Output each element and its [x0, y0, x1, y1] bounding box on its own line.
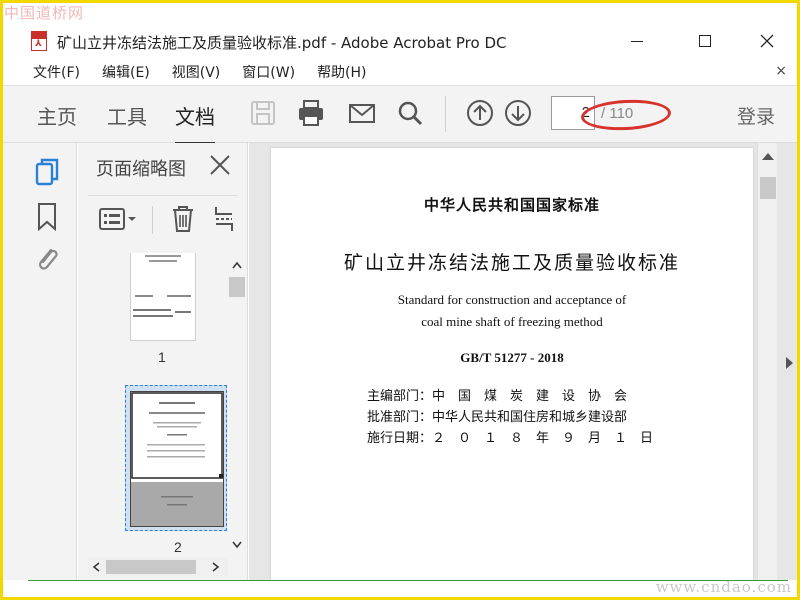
maximize-button[interactable]: [685, 26, 725, 56]
thumbnail-label-2: 2: [174, 539, 182, 555]
meta-label: 施行日期：: [367, 431, 433, 446]
search-icon[interactable]: [395, 98, 425, 128]
navigation-rail: [3, 143, 77, 580]
meta-label: 主编部门：: [367, 389, 433, 404]
close-panel-icon[interactable]: [208, 153, 232, 177]
doc-scroll-thumb[interactable]: [760, 177, 776, 199]
document-title-en-line1: Standard for construction and acceptance…: [397, 292, 627, 307]
meta-value: 中华人民共和国住房和城乡建设部: [432, 410, 628, 425]
document-title-cn: 矿山立井冻结法施工及质量验收标准: [343, 252, 680, 274]
title-bar: ⅄ 矿山立井冻结法施工及质量验收标准.pdf - Adobe Acrobat P…: [3, 24, 797, 58]
close-document-icon[interactable]: ×: [775, 63, 787, 79]
menu-bar: 文件(F) 编辑(E) 视图(V) 窗口(W) 帮助(H) ×: [3, 59, 797, 85]
extract-page-icon[interactable]: [212, 204, 236, 234]
thumbnail-page-2[interactable]: [130, 391, 224, 527]
toolbar: 主页 工具 文档 2 / 110 登录: [3, 85, 797, 145]
meta-line-effective-date: 施行日期：２ ０ １ ８ 年 ９ 月 １ 日: [367, 427, 653, 446]
thumbnail-horizontal-scrollbar[interactable]: [88, 558, 228, 576]
document-vertical-scrollbar[interactable]: [757, 143, 777, 580]
maximize-icon: [699, 35, 711, 47]
watermark-top-left: 中国道桥网: [4, 4, 85, 22]
thumbnail-hscroll-thumb[interactable]: [106, 560, 196, 574]
thumbnail-page-1-preview: [133, 255, 191, 317]
standard-code: GB/T 51277 - 2018: [460, 350, 564, 365]
thumbnail-list: 1 2: [78, 253, 228, 559]
toolbar-separator: [445, 96, 446, 132]
scroll-down-icon[interactable]: [232, 541, 242, 549]
meta-value: ２ ０ １ ８ 年 ９ 月 １ 日: [432, 431, 654, 446]
tab-home[interactable]: 主页: [37, 101, 77, 130]
thumbnail-label-1: 1: [158, 349, 166, 365]
thumbnail-panel: 页面缩略图 1 2: [78, 143, 248, 580]
doc-scroll-up-icon[interactable]: [762, 153, 774, 160]
window-title: 矿山立井冻结法施工及质量验收标准.pdf - Adobe Acrobat Pro…: [57, 34, 507, 52]
previous-page-icon[interactable]: [465, 98, 495, 128]
next-page-icon[interactable]: [503, 98, 533, 128]
menu-view[interactable]: 视图(V): [170, 62, 223, 82]
expand-right-panel-icon[interactable]: [786, 357, 793, 369]
menu-help[interactable]: 帮助(H): [315, 62, 368, 82]
attachment-icon[interactable]: [33, 243, 61, 275]
document-page: 中华人民共和国国家标准 矿山立井冻结法施工及质量验收标准 Standard fo…: [271, 148, 753, 580]
pdf-file-icon: ⅄: [31, 31, 47, 51]
bookmark-icon[interactable]: [33, 201, 61, 233]
scroll-right-icon[interactable]: [212, 562, 220, 572]
thumbnail-page-1[interactable]: [130, 253, 196, 341]
meta-value: 中 国 煤 炭 建 设 协 会: [432, 389, 628, 404]
options-menu-icon[interactable]: [98, 206, 138, 232]
close-icon: [760, 34, 774, 48]
print-icon[interactable]: [296, 98, 326, 128]
delete-page-icon[interactable]: [170, 204, 196, 234]
standard-org: 中华人民共和国国家标准: [423, 196, 600, 214]
meta-label: 批准部门：: [367, 410, 433, 425]
page-thumbnails-icon[interactable]: [33, 157, 61, 189]
minimize-button[interactable]: [617, 26, 657, 56]
close-window-button[interactable]: [747, 26, 787, 56]
panel-title: 页面缩略图: [96, 159, 186, 180]
tools-separator: [152, 206, 153, 234]
thumbnail-tools: [88, 195, 238, 243]
tab-document[interactable]: 文档: [175, 101, 215, 145]
thumbnail-scroll-thumb[interactable]: [229, 277, 245, 297]
menu-file[interactable]: 文件(F): [31, 62, 82, 82]
watermark-bottom-right: www.cndao.com: [655, 578, 792, 596]
pdf-icon-glyph: ⅄: [35, 39, 42, 49]
document-view: 中华人民共和国国家标准 矿山立井冻结法施工及质量验收标准 Standard fo…: [249, 143, 797, 580]
tab-tools[interactable]: 工具: [107, 101, 147, 130]
scroll-up-icon[interactable]: [232, 261, 242, 269]
menu-window[interactable]: 窗口(W): [240, 62, 297, 82]
meta-line-editor: 主编部门：中 国 煤 炭 建 设 协 会: [367, 385, 627, 404]
email-icon[interactable]: [347, 98, 377, 128]
login-button[interactable]: 登录: [737, 102, 775, 129]
menu-edit[interactable]: 编辑(E): [100, 62, 152, 82]
meta-line-approver: 批准部门：中华人民共和国住房和城乡建设部: [367, 406, 627, 425]
thumbnail-vertical-scrollbar[interactable]: [228, 253, 246, 559]
thumbnail-page-2-preview: [131, 392, 223, 526]
save-icon[interactable]: [248, 98, 278, 128]
scroll-left-icon[interactable]: [92, 562, 100, 572]
minimize-icon: [631, 40, 643, 42]
document-title-en-line2: coal mine shaft of freezing method: [421, 314, 603, 329]
